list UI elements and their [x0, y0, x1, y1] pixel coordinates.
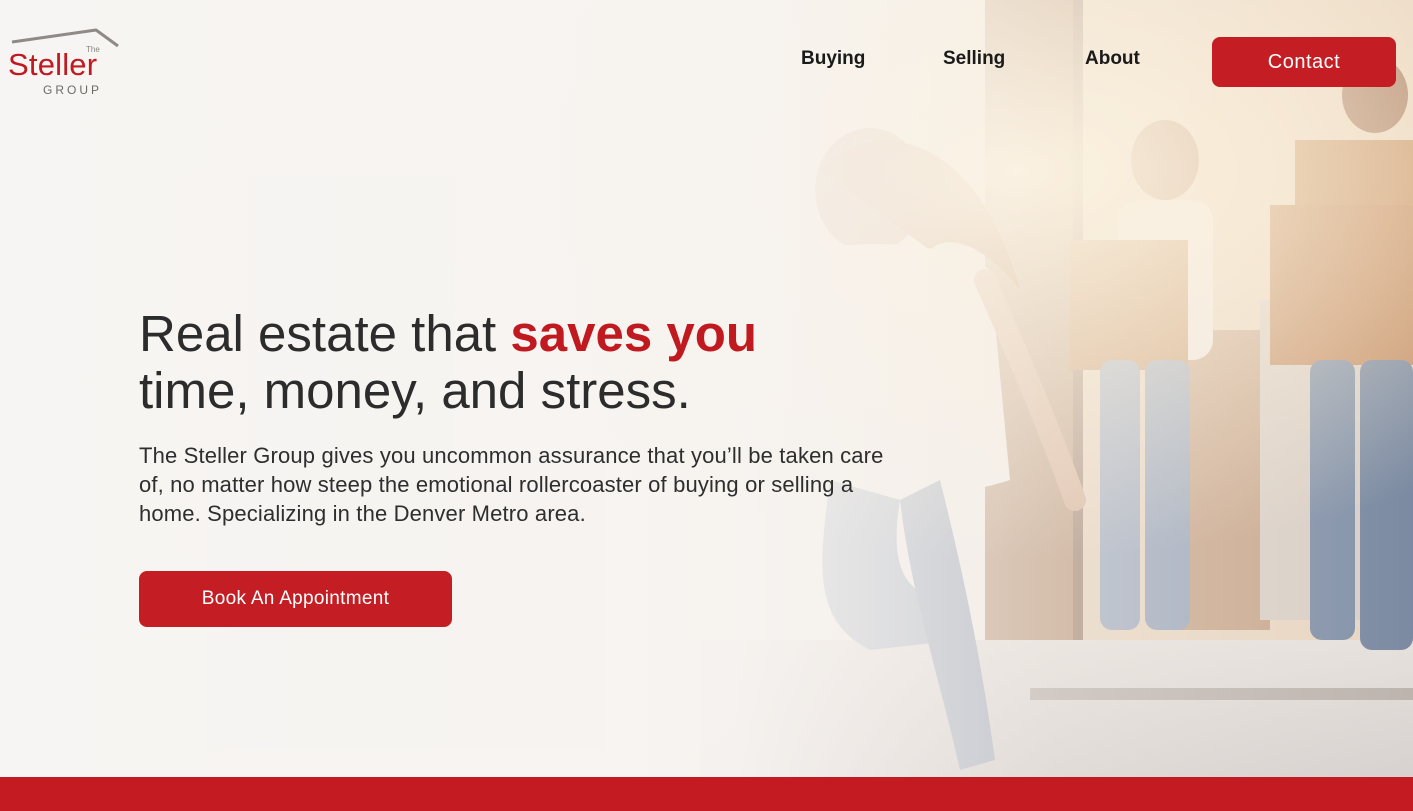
footer-accent-bar: [0, 777, 1413, 811]
hero-headline: Real estate that saves you time, money, a…: [139, 305, 899, 419]
hero-description: The Steller Group gives you uncommon ass…: [139, 443, 884, 526]
contact-button[interactable]: Contact: [1212, 37, 1396, 87]
headline-accent: saves you: [510, 305, 758, 362]
nav-selling-link[interactable]: Selling: [943, 48, 1005, 70]
headline-part-2: time, money, and stress.: [139, 362, 691, 419]
logo-wordmark: Steller: [8, 47, 98, 82]
book-appointment-button[interactable]: Book An Appointment: [139, 571, 452, 627]
brand-logo[interactable]: The Steller GROUP: [8, 26, 123, 100]
nav-about-link[interactable]: About: [1085, 48, 1140, 70]
nav-buying-link[interactable]: Buying: [801, 48, 865, 70]
house-roof-icon: [11, 28, 119, 48]
headline-part-1: Real estate that: [139, 305, 511, 362]
logo-group-text: GROUP: [43, 83, 103, 97]
